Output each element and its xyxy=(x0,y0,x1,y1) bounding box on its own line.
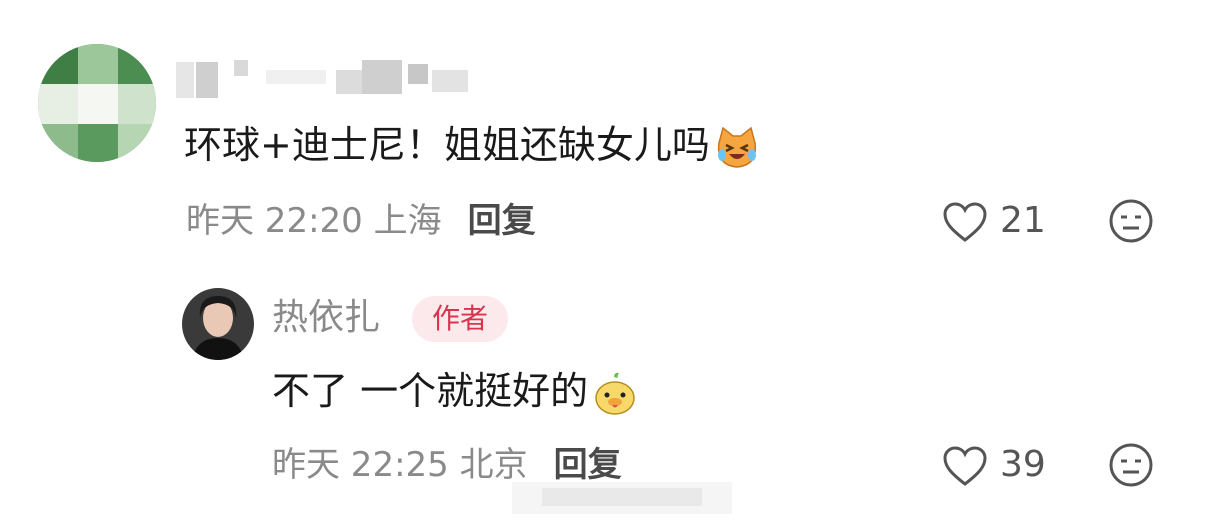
comment-text: 环球+迪士尼！姐姐还缺女儿吗 xyxy=(184,118,760,172)
comment-text-content: 环球+迪士尼！姐姐还缺女儿吗 xyxy=(184,123,710,167)
dislike-face-icon[interactable] xyxy=(1108,198,1154,244)
crying-laughing-cat-icon xyxy=(714,125,760,171)
comment-meta: 昨天 22:20 上海 回复 xyxy=(186,196,536,246)
reply-text-content: 不了 一个就挺好的 xyxy=(272,369,589,413)
yellow-duck-icon xyxy=(592,371,638,417)
comment-time: 昨天 22:20 xyxy=(186,201,363,241)
like-count: 21 xyxy=(1000,200,1046,241)
reply-text: 不了 一个就挺好的 xyxy=(272,364,638,418)
like-button[interactable]: 39 xyxy=(942,440,1046,490)
blurred-watermark xyxy=(472,476,732,516)
reply-button[interactable]: 回复 xyxy=(468,201,536,241)
blurred-username[interactable] xyxy=(176,56,476,100)
dislike-face-icon[interactable] xyxy=(1108,442,1154,488)
reply-author-name[interactable]: 热依扎 xyxy=(272,292,380,344)
heart-icon xyxy=(942,445,988,487)
like-button[interactable]: 21 xyxy=(942,196,1046,246)
like-count: 39 xyxy=(1000,444,1046,485)
author-avatar[interactable] xyxy=(182,288,254,360)
commenter-avatar[interactable] xyxy=(38,44,156,162)
comment-location: 上海 xyxy=(373,201,442,241)
author-badge: 作者 xyxy=(412,296,508,342)
reply-time: 昨天 22:25 xyxy=(272,445,449,485)
heart-icon xyxy=(942,201,988,243)
